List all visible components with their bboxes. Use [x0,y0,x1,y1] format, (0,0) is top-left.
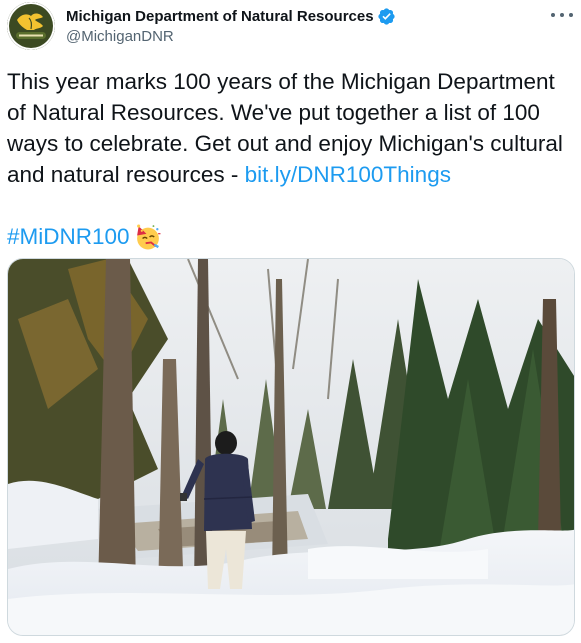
tweet-link[interactable]: bit.ly/DNR100Things [245,162,451,187]
more-options-button[interactable] [551,8,573,22]
more-dot-icon [551,13,555,17]
snowy-forest-photo [8,259,574,635]
hashtag-link[interactable]: #MiDNR100 [7,221,130,252]
tweet-photo[interactable] [7,258,575,636]
author-handle[interactable]: @MichiganDNR [66,28,396,45]
tweet-text: This year marks 100 years of the Michiga… [7,66,577,252]
author-display-name[interactable]: Michigan Department of Natural Resources [66,8,374,25]
verified-badge-icon [377,7,395,25]
michigan-dnr-logo-icon [7,2,55,50]
author-header: Michigan Department of Natural Resources… [66,6,396,45]
more-dot-icon [560,13,564,17]
party-face-emoji-icon [136,224,160,249]
more-dot-icon [569,13,573,17]
author-avatar[interactable] [7,2,55,50]
tweet: Michigan Department of Natural Resources… [0,0,581,643]
